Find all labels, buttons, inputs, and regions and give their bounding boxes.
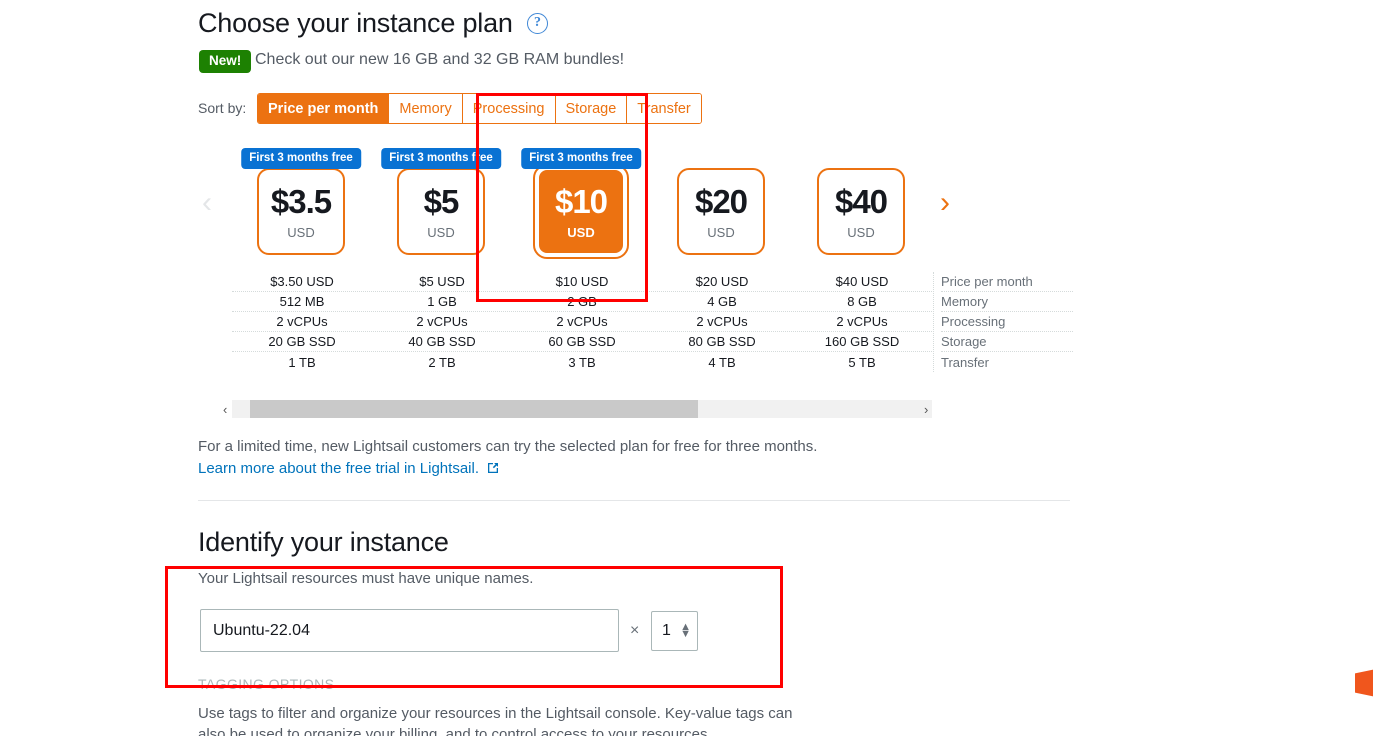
instance-name-input[interactable] (200, 609, 619, 652)
spec-cell: 160 GB SSD (824, 334, 900, 349)
spec-cell: 512 MB (279, 294, 325, 309)
spec-cell: 8 GB (847, 294, 877, 309)
free-trial-badge: First 3 months free (521, 148, 641, 169)
plan-price-box[interactable]: $40 USD (817, 168, 905, 255)
external-link-icon (487, 461, 499, 478)
plan-price-box[interactable]: $5 USD (397, 168, 485, 255)
spec-cell: $5 USD (419, 274, 465, 289)
plan-price: $5 (423, 182, 460, 220)
chevron-right-icon[interactable]: › (940, 188, 950, 218)
quantity-value[interactable]: 1 (652, 622, 680, 640)
spec-cell: 60 GB SSD (548, 334, 616, 349)
plan-price-box[interactable]: $20 USD (677, 168, 765, 255)
spec-cell: 2 TB (428, 354, 456, 370)
table-row: 2 vCPUs 2 vCPUs 2 vCPUs 2 vCPUs 2 vCPUs (232, 312, 932, 332)
spec-cell: $20 USD (695, 274, 749, 289)
table-row: 1 TB 2 TB 3 TB 4 TB 5 TB (232, 352, 932, 372)
spec-cell: $10 USD (555, 274, 609, 289)
plan-spec-table: $3.50 USD $5 USD $10 USD $20 USD $40 USD… (232, 272, 932, 372)
free-trial-learn-more-link[interactable]: Learn more about the free trial in Light… (198, 460, 499, 478)
stepper-arrows[interactable]: ▲ ▼ (680, 622, 697, 640)
free-trial-badge: First 3 months free (381, 148, 501, 169)
spec-cell: $3.50 USD (270, 274, 334, 289)
plans-horizontal-scrollbar[interactable]: ‹ › (223, 400, 932, 418)
scroll-left-arrow-icon[interactable]: ‹ (223, 402, 227, 417)
spec-cell: 4 GB (707, 294, 737, 309)
spec-label: Price per month (941, 272, 1073, 292)
spec-label: Storage (941, 332, 1073, 352)
plan-price-box-selected[interactable]: $10 USD (533, 164, 629, 259)
spec-label: Transfer (941, 354, 989, 370)
spec-cell: 4 TB (708, 354, 736, 370)
plan-currency: USD (567, 224, 595, 240)
link-label: Learn more about the free trial in Light… (198, 460, 479, 477)
plan-price-box[interactable]: $3.5 USD (257, 168, 345, 255)
plan-currency: USD (847, 224, 875, 240)
plan-spec-label-column: Price per month Memory Processing Storag… (933, 272, 1073, 372)
lightsail-create-instance-page: Choose your instance plan ? New! Check o… (0, 0, 1373, 736)
spec-cell: 3 TB (568, 354, 596, 370)
free-trial-badge: First 3 months free (241, 148, 361, 169)
quantity-stepper[interactable]: 1 ▲ ▼ (651, 611, 698, 651)
plan-currency: USD (287, 224, 315, 240)
spec-label: Memory (941, 292, 1073, 312)
scroll-right-arrow-icon[interactable]: › (924, 402, 928, 417)
table-row: $3.50 USD $5 USD $10 USD $20 USD $40 USD (232, 272, 932, 292)
feedback-widget-partial[interactable] (1355, 668, 1373, 698)
tags-description: Use tags to filter and organize your res… (198, 705, 793, 736)
chevron-down-icon[interactable]: ▼ (680, 629, 691, 640)
section-divider (198, 500, 1070, 501)
spec-cell: 2 GB (567, 294, 597, 309)
spec-cell: 2 vCPUs (276, 314, 328, 329)
plan-price: $3.5 (270, 182, 332, 220)
plan-price: $20 (694, 182, 748, 220)
spec-cell: 2 vCPUs (696, 314, 748, 329)
spec-cell: 5 TB (848, 354, 876, 370)
table-row: 512 MB 1 GB 2 GB 4 GB 8 GB (232, 292, 932, 312)
spec-cell: $40 USD (835, 274, 889, 289)
multiplier-symbol: × (630, 622, 640, 639)
chevron-left-icon[interactable]: ‹ (202, 188, 212, 218)
spec-label: Processing (941, 312, 1073, 332)
spec-cell: 20 GB SSD (268, 334, 336, 349)
unique-names-note: Your Lightsail resources must have uniqu… (198, 570, 534, 587)
plan-currency: USD (427, 224, 455, 240)
spec-cell: 40 GB SSD (408, 334, 476, 349)
spec-cell: 80 GB SSD (688, 334, 756, 349)
tagging-options-header[interactable]: TAGGING OPTIONS (198, 676, 334, 692)
page-title-identify-instance: Identify your instance (198, 527, 449, 557)
spec-cell: 2 vCPUs (836, 314, 888, 329)
spec-cell: 2 vCPUs (416, 314, 468, 329)
table-row: 20 GB SSD 40 GB SSD 60 GB SSD 80 GB SSD … (232, 332, 932, 352)
free-trial-description: For a limited time, new Lightsail custom… (198, 438, 818, 455)
spec-cell: 1 TB (288, 354, 316, 370)
spec-cell: 1 GB (427, 294, 457, 309)
plan-price: $40 (834, 182, 888, 220)
scrollbar-thumb[interactable] (250, 400, 698, 418)
plan-currency: USD (707, 224, 735, 240)
plan-price: $10 (554, 182, 608, 220)
spec-cell: 2 vCPUs (556, 314, 608, 329)
